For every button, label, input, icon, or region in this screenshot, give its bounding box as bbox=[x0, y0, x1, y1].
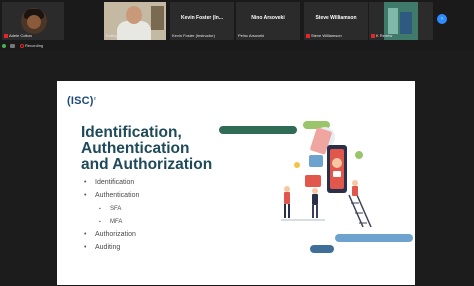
security-illustration bbox=[281, 127, 372, 228]
isc2-logo: (ISC)2 bbox=[67, 95, 96, 107]
slide-title-line: Identification, bbox=[81, 124, 182, 141]
logo-text: (ISC) bbox=[67, 95, 94, 107]
slide-title-line: Authentication bbox=[81, 140, 190, 157]
bullet-item: Authorization bbox=[84, 231, 139, 244]
sub-bullet-item: SFA bbox=[84, 205, 139, 218]
bullet-list: Identification Authentication SFA MFA Au… bbox=[84, 179, 139, 257]
participant-tile-renew[interactable]: K Renew bbox=[369, 2, 433, 40]
participant-name: Kevin Foster (Instructor) bbox=[172, 33, 215, 38]
recording-label: Recording bbox=[25, 43, 44, 48]
recording-icon bbox=[20, 44, 24, 48]
security-shield-icon[interactable] bbox=[2, 44, 6, 48]
mic-muted-icon bbox=[306, 33, 310, 38]
participant-name: Kathlyn Rosgo bbox=[106, 33, 133, 38]
participant-strip: Adele Colton Kathlyn Rosgo Kevin Foster … bbox=[0, 0, 474, 42]
participant-tile-nino[interactable]: Nino Arsoveki Pelnc Arsoveki bbox=[236, 2, 300, 40]
participant-display-name: Nino Arsoveki bbox=[251, 15, 285, 21]
slide-title-line: and Authorization bbox=[81, 156, 213, 173]
mic-muted-icon bbox=[4, 33, 8, 38]
participant-name: Steve Williamson bbox=[311, 33, 342, 38]
participant-tile-steve[interactable]: Steve Williamson Steve Williamson bbox=[304, 2, 368, 40]
bullet-item: Auditing bbox=[84, 244, 139, 257]
bullet-item: Authentication bbox=[84, 192, 139, 205]
meeting-status-bar: Recording bbox=[0, 42, 474, 50]
slide-title: Identification, Authentication and Autho… bbox=[81, 125, 212, 173]
participant-tile-kevin[interactable]: Kevin Foster (In... Kevin Foster (Instru… bbox=[170, 2, 234, 40]
bullet-item: Identification bbox=[84, 179, 139, 192]
participant-display-name: Steve Williamson bbox=[315, 15, 357, 21]
next-page-button[interactable]: › bbox=[437, 14, 447, 24]
participant-name: K Renew bbox=[376, 33, 393, 38]
participant-tile-kathlyn[interactable]: Kathlyn Rosgo bbox=[104, 2, 166, 40]
decorative-dark-blue-bar bbox=[310, 245, 334, 253]
chevron-right-icon: › bbox=[441, 16, 443, 22]
shared-screen-slide: (ISC)2 Identification, Authentication an… bbox=[57, 81, 415, 285]
participant-display-name: Kevin Foster (In... bbox=[181, 15, 223, 21]
info-icon[interactable] bbox=[10, 44, 15, 48]
mic-muted-icon bbox=[371, 33, 375, 38]
participant-name: Adele Colton bbox=[9, 33, 32, 38]
participant-name: Pelnc Arsoveki bbox=[238, 33, 265, 38]
logo-mark: 2 bbox=[93, 95, 97, 101]
participant-avatar bbox=[21, 8, 47, 34]
sub-bullet-item: MFA bbox=[84, 218, 139, 231]
participant-tile-adele[interactable]: Adele Colton bbox=[2, 2, 64, 40]
